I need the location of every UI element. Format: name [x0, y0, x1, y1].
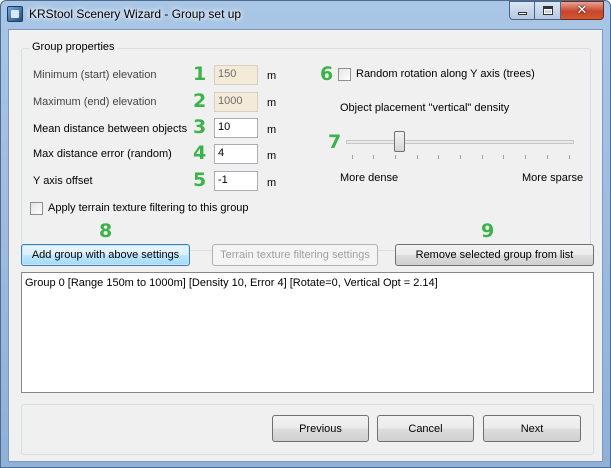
mean-distance-label: Mean distance between objects	[33, 123, 188, 135]
distance-error-input[interactable]: 4	[214, 144, 258, 164]
marker-7: 7	[328, 131, 342, 153]
previous-button[interactable]: Previous	[272, 415, 369, 442]
max-elevation-input[interactable]: 1000	[214, 92, 258, 112]
min-elevation-label: Minimum (start) elevation	[33, 69, 157, 81]
slider-tick	[416, 155, 418, 159]
terrain-filter-settings-button[interactable]: Terrain texture filtering settings	[212, 244, 378, 266]
title-bar[interactable]: KRStool Scenery Wizard - Group set up ✕	[1, 1, 610, 28]
client-area: Group properties Minimum (start) elevati…	[8, 29, 603, 462]
density-max-label: More sparse	[522, 172, 584, 184]
marker-2: 2	[193, 90, 207, 112]
y-offset-unit: m	[267, 177, 277, 189]
y-offset-input[interactable]: -1	[214, 171, 258, 191]
slider-tick	[481, 155, 483, 159]
marker-3: 3	[193, 116, 207, 138]
slider-tick	[351, 155, 353, 159]
maximize-button[interactable]	[535, 1, 561, 20]
mean-distance-unit: m	[267, 124, 277, 136]
distance-error-unit: m	[267, 150, 277, 162]
add-group-button[interactable]: Add group with above settings	[21, 244, 190, 266]
random-rotation-checkbox[interactable]	[338, 68, 351, 81]
y-offset-label: Y axis offset	[33, 175, 93, 187]
remove-group-button[interactable]: Remove selected group from list	[395, 244, 594, 266]
group-listbox[interactable]: Group 0 [Range 150m to 1000m] [Density 1…	[21, 272, 594, 393]
slider-tick	[568, 155, 570, 159]
distance-error-label: Max distance error (random)	[33, 148, 172, 160]
slider-tick	[525, 155, 527, 159]
slider-tick	[503, 155, 505, 159]
marker-8: 8	[99, 220, 113, 242]
next-button[interactable]: Next	[483, 415, 581, 442]
apply-texture-filtering-checkbox[interactable]	[30, 202, 43, 215]
app-icon	[7, 6, 23, 22]
density-min-label: More dense	[340, 172, 399, 184]
slider-tick	[373, 155, 375, 159]
slider-tick	[394, 155, 396, 159]
apply-texture-filtering-label: Apply terrain texture filtering to this …	[48, 202, 249, 214]
slider-tick	[460, 155, 461, 159]
max-elevation-unit: m	[267, 97, 277, 109]
mean-distance-input[interactable]: 10	[214, 118, 258, 138]
min-elevation-input[interactable]: 150	[214, 65, 258, 85]
density-slider-thumb[interactable]	[393, 131, 405, 152]
marker-1: 1	[193, 63, 207, 85]
close-icon: ✕	[576, 3, 588, 18]
marker-9: 9	[481, 220, 495, 242]
density-label: Object placement "vertical" density	[340, 102, 510, 114]
density-slider-track[interactable]	[346, 140, 574, 144]
close-button[interactable]: ✕	[561, 1, 604, 20]
min-elevation-unit: m	[267, 70, 277, 82]
slider-tick	[438, 155, 440, 159]
marker-5: 5	[193, 169, 207, 191]
caption-buttons: ✕	[509, 1, 604, 21]
wizard-window: KRStool Scenery Wizard - Group set up ✕ …	[0, 0, 611, 468]
marker-4: 4	[193, 142, 207, 164]
maximize-icon	[542, 6, 553, 15]
max-elevation-label: Maximum (end) elevation	[33, 96, 157, 108]
cancel-button[interactable]: Cancel	[377, 415, 474, 442]
minimize-icon	[517, 12, 527, 15]
list-item[interactable]: Group 0 [Range 150m to 1000m] [Density 1…	[25, 277, 438, 289]
minimize-button[interactable]	[509, 1, 535, 20]
window-title: KRStool Scenery Wizard - Group set up	[29, 7, 242, 21]
marker-6: 6	[320, 63, 334, 85]
random-rotation-label: Random rotation along Y axis (trees)	[356, 68, 535, 80]
slider-tick	[546, 155, 548, 159]
group-properties-title: Group properties	[29, 41, 118, 53]
